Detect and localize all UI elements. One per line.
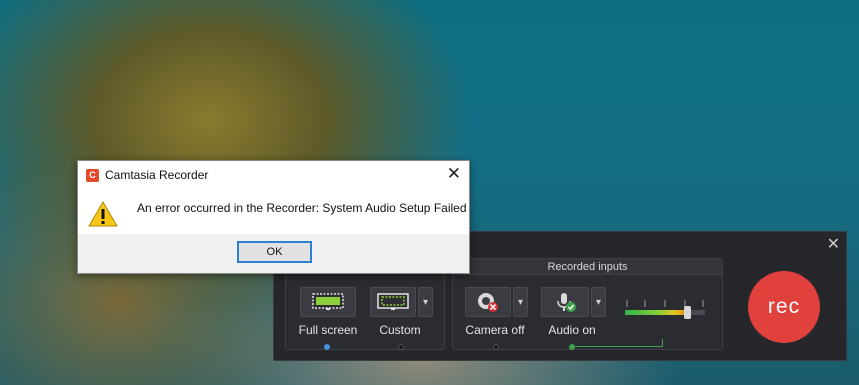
warning-icon — [88, 201, 118, 227]
chevron-down-icon: ▾ — [595, 296, 602, 308]
audio-status-label: Audio on — [548, 323, 596, 337]
camera-toggle-button[interactable] — [465, 287, 511, 317]
chevron-down-icon: ▾ — [517, 296, 524, 308]
camera-indicator — [493, 344, 499, 350]
chevron-down-icon: ▾ — [422, 296, 429, 308]
dialog-title: Camtasia Recorder — [105, 168, 209, 182]
record-button[interactable]: rec — [748, 271, 820, 343]
audio-active-line — [575, 346, 663, 347]
camera-status-label: Camera off — [465, 323, 525, 337]
custom-area-icon — [377, 293, 409, 310]
custom-area-button[interactable] — [370, 287, 416, 317]
audio-dropdown-button[interactable]: ▾ — [591, 287, 606, 317]
audio-level-meter — [625, 297, 705, 319]
close-icon: ✕ — [446, 164, 461, 183]
custom-indicator — [398, 344, 404, 350]
custom-area-dropdown-button[interactable]: ▾ — [418, 287, 433, 317]
audio-active-line-end — [662, 339, 663, 347]
audio-active-indicator — [569, 344, 575, 350]
webcam-off-icon — [478, 293, 498, 312]
ok-button[interactable]: OK — [237, 241, 312, 263]
audio-toggle-button[interactable] — [541, 287, 589, 317]
audio-meter-ticks — [626, 300, 704, 307]
microphone-on-icon — [557, 293, 576, 312]
full-screen-label: Full screen — [298, 323, 358, 337]
camera-dropdown-button[interactable]: ▾ — [513, 287, 528, 317]
recorder-close-button[interactable]: ✕ — [827, 234, 840, 254]
camtasia-app-icon: C — [86, 169, 99, 182]
full-screen-icon — [312, 293, 344, 310]
dialog-close-button[interactable]: ✕ — [447, 164, 461, 184]
audio-volume-slider-handle[interactable] — [684, 306, 692, 319]
full-screen-selected-indicator — [324, 344, 330, 350]
custom-label: Custom — [379, 323, 421, 337]
dialog-message: An error occurred in the Recorder: Syste… — [137, 201, 467, 215]
full-screen-button[interactable] — [300, 287, 356, 317]
audio-meter-fill — [625, 310, 688, 315]
recorded-inputs-header: Recorded inputs — [453, 259, 722, 275]
dialog-titlebar: C Camtasia Recorder ✕ — [78, 161, 469, 189]
dialog-body: An error occurred in the Recorder: Syste… — [78, 189, 469, 234]
error-dialog: C Camtasia Recorder ✕ An error occurred … — [77, 160, 470, 274]
